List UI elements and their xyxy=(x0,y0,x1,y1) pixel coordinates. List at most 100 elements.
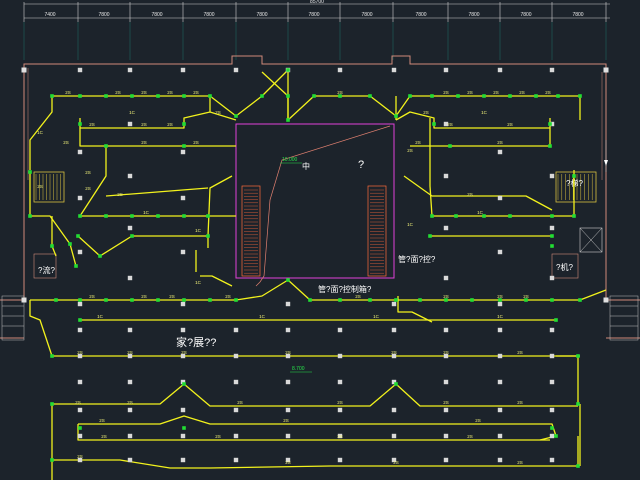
wire-tag: 2S xyxy=(141,140,147,145)
column xyxy=(603,67,609,73)
wire-tag: 2S xyxy=(475,418,481,423)
light-fixture xyxy=(554,318,558,322)
light-fixture xyxy=(50,354,54,358)
light-fixture xyxy=(54,298,58,302)
wire-tag: 2S xyxy=(467,434,473,439)
light-fixture xyxy=(430,94,434,98)
light-fixture xyxy=(182,122,186,126)
light-fixture xyxy=(182,144,186,148)
wire-tag: 2S xyxy=(215,110,221,115)
wire-tag: 2S xyxy=(337,90,343,95)
circuit-run xyxy=(410,128,551,147)
column xyxy=(77,379,83,385)
column xyxy=(337,327,343,333)
wire-tag: 2S xyxy=(285,350,291,355)
light-fixture xyxy=(76,234,80,238)
light-fixture xyxy=(534,94,538,98)
wire-tag: 2S xyxy=(545,90,551,95)
light-fixture xyxy=(286,118,290,122)
wire-tag: 2S xyxy=(215,434,221,439)
column xyxy=(127,275,133,281)
light-fixture xyxy=(156,94,160,98)
light-fixture xyxy=(130,298,134,302)
wire-tag: 2S xyxy=(493,90,499,95)
light-fixture xyxy=(394,298,398,302)
column xyxy=(127,67,133,73)
column xyxy=(127,379,133,385)
column xyxy=(549,379,555,385)
light-fixture xyxy=(550,244,554,248)
column xyxy=(497,195,503,201)
light-fixture xyxy=(286,278,290,282)
column xyxy=(443,457,449,463)
column xyxy=(127,327,133,333)
grid-lines xyxy=(23,22,607,60)
light-fixture xyxy=(418,298,422,302)
column xyxy=(77,149,83,155)
column xyxy=(497,433,503,439)
column xyxy=(77,249,83,255)
wire-tag: 2S xyxy=(507,122,513,127)
column xyxy=(497,457,503,463)
column xyxy=(127,225,133,231)
dimension-span: 7800 xyxy=(308,12,319,18)
light-fixture xyxy=(286,94,290,98)
column xyxy=(497,149,503,155)
column xyxy=(233,327,239,333)
wire-tag: 2S xyxy=(141,294,147,299)
column xyxy=(549,327,555,333)
column xyxy=(549,407,555,413)
dimension-span: 7800 xyxy=(256,12,267,18)
light-fixture xyxy=(470,298,474,302)
wire-tag: 1C xyxy=(497,314,504,319)
light-fixture xyxy=(578,94,582,98)
wire-tag: 2S xyxy=(443,350,449,355)
column xyxy=(497,301,503,307)
column xyxy=(285,433,291,439)
wire-tag: 2S xyxy=(517,400,523,405)
light-fixture xyxy=(50,244,54,248)
light-fixture xyxy=(182,214,186,218)
circuit-run xyxy=(79,146,236,217)
light-fixture xyxy=(482,94,486,98)
circuit-run xyxy=(78,415,557,441)
light-fixture xyxy=(556,94,560,98)
circuit-run xyxy=(395,111,551,129)
light-fixture xyxy=(130,94,134,98)
wire-tag: 1C xyxy=(407,222,414,227)
wire-tag: 2S xyxy=(169,294,175,299)
column xyxy=(391,433,397,439)
wire-tag: 2S xyxy=(337,434,343,439)
light-fixture xyxy=(78,122,82,126)
central-void: 中 ? 10.000 管?面?控? 管?面?控制箱? xyxy=(235,123,436,294)
right-stair: ?梯? ?机? xyxy=(551,171,603,279)
wire-tag: 2S xyxy=(237,400,243,405)
circuit-run xyxy=(579,289,607,301)
light-fixture xyxy=(78,426,82,430)
light-fixture xyxy=(78,94,82,98)
void-question-label: ? xyxy=(358,159,364,171)
wire-tag: 2S xyxy=(391,350,397,355)
column xyxy=(549,353,555,359)
column xyxy=(233,379,239,385)
light-fixture xyxy=(394,114,398,118)
column xyxy=(180,249,186,255)
dimension-span: 7800 xyxy=(415,12,426,18)
column xyxy=(180,67,186,73)
light-fixture xyxy=(182,94,186,98)
column xyxy=(497,249,503,255)
light-fixture xyxy=(130,214,134,218)
light-fixture xyxy=(78,214,82,218)
light-fixture xyxy=(130,234,134,238)
column xyxy=(391,301,397,307)
wire-tag: 2S xyxy=(517,460,523,465)
elevation-floor: 8.700 xyxy=(292,366,305,372)
light-fixture xyxy=(78,298,82,302)
column xyxy=(549,457,555,463)
wire-tag: 2S xyxy=(127,400,133,405)
wire-tag: 2S xyxy=(193,90,199,95)
column xyxy=(180,407,186,413)
wire-tag: 2S xyxy=(467,90,473,95)
light-fixture xyxy=(576,354,580,358)
light-fixture xyxy=(74,264,78,268)
